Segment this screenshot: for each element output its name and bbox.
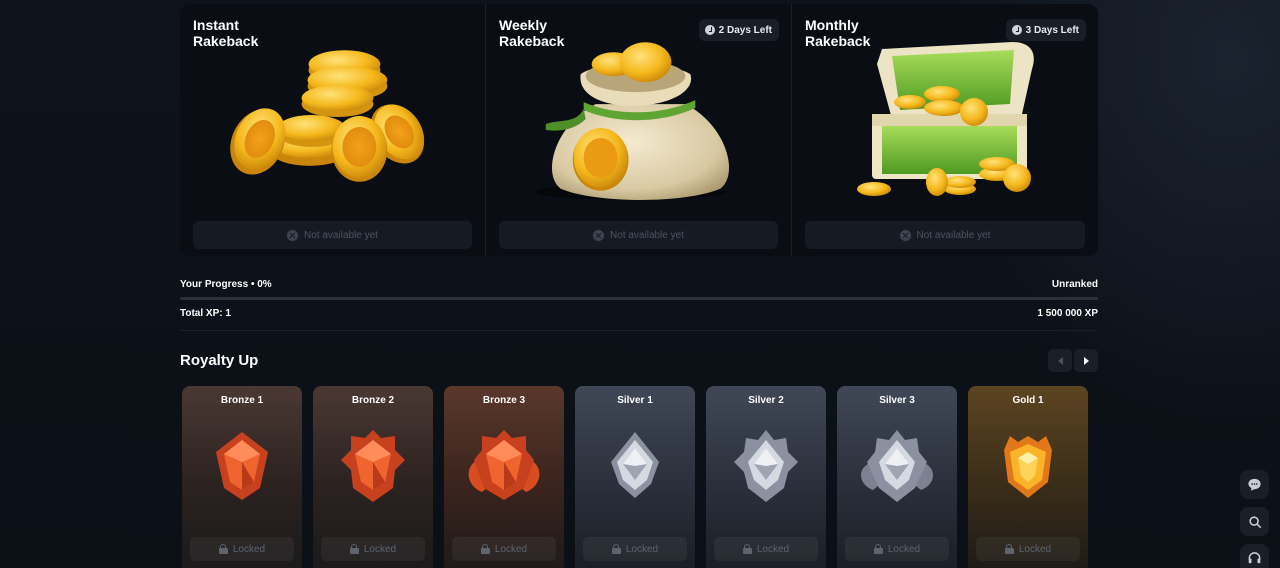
close-circle-icon [899,229,911,241]
treasure-chest-illustration [857,42,1034,196]
support-button[interactable] [1240,544,1269,568]
rank-card-gold-1[interactable]: Gold 1 Locked [968,386,1088,568]
lock-icon [611,544,621,554]
locked-label: Locked [625,543,659,555]
locked-status: Locked [583,537,687,561]
total-xp-label: Total XP: 1 [180,308,231,319]
rank-name: Bronze 2 [351,395,395,406]
silver-emblem-icon [861,430,933,502]
rakeback-card-monthly: Monthly Rakeback 3 Days Left Not availab… [792,4,1098,256]
rank-card-silver-2[interactable]: Silver 2 Locked [706,386,826,568]
progress-label: Your Progress • 0% [180,279,272,290]
chat-icon [1248,478,1261,491]
target-xp-label: 1 500 000 XP [1037,308,1098,319]
rank-card-silver-3[interactable]: Silver 3 Locked [837,386,957,568]
locked-label: Locked [756,543,790,555]
divider [180,330,1098,331]
rakeback-card-instant: Instant Rakeback Not available yet [180,4,486,256]
claim-instant-button[interactable]: Not available yet [193,221,472,249]
rakeback-card-weekly: Weekly Rakeback 2 Days Left Not availabl… [486,4,792,256]
section-title: Royalty Up [180,352,259,369]
coin-pile-illustration [230,50,425,182]
locked-label: Locked [363,543,397,555]
progress-bar [180,297,1098,300]
chat-button[interactable] [1240,470,1269,499]
search-button[interactable] [1240,507,1269,536]
bronze-emblem-icon [216,432,268,500]
rank-card-bronze-1[interactable]: Bronze 1 Locked [182,386,302,568]
claim-monthly-button[interactable]: Not available yet [805,221,1085,249]
lock-icon [349,544,359,554]
locked-label: Locked [1018,543,1052,555]
rank-name: Silver 2 [748,395,784,406]
headset-icon [1248,552,1261,564]
search-icon [1248,515,1261,528]
close-circle-icon [593,229,605,241]
coin-bag-illustration [535,42,730,201]
bronze-emblem-icon [468,430,540,500]
rank-carousel: Bronze 1 Locked Bronze 2 Locked Bronze 3… [182,386,1088,568]
current-rank-label: Unranked [1051,279,1098,290]
locked-status: Locked [976,537,1080,561]
progress-footer: Total XP: 1 1 500 000 XP [180,308,1098,320]
locked-status: Locked [190,537,294,561]
rakeback-row: Instant Rakeback Not available yet Weekl… [180,4,1098,256]
locked-status: Locked [845,537,949,561]
carousel-next-button[interactable] [1074,349,1098,372]
rank-card-bronze-3[interactable]: Bronze 3 Locked [444,386,564,568]
rank-card-silver-1[interactable]: Silver 1 Locked [575,386,695,568]
rank-card-bronze-2[interactable]: Bronze 2 Locked [313,386,433,568]
claim-weekly-button[interactable]: Not available yet [499,221,778,249]
carousel-prev-button[interactable] [1048,349,1072,372]
lock-icon [742,544,752,554]
chevron-left-icon [1057,356,1063,365]
rank-name: Silver 1 [617,395,653,406]
lock-icon [1004,544,1014,554]
carousel-nav [1048,349,1098,372]
bronze-emblem-icon [341,430,405,502]
progress-header: Your Progress • 0% Unranked [180,279,1098,291]
silver-emblem-icon [734,430,798,502]
locked-label: Locked [494,543,528,555]
locked-status: Locked [452,537,556,561]
rank-name: Gold 1 [1012,395,1044,406]
rank-name: Bronze 3 [482,395,526,406]
locked-status: Locked [321,537,425,561]
close-circle-icon [287,229,299,241]
lock-icon [480,544,490,554]
locked-status: Locked [714,537,818,561]
gold-emblem-icon [1004,436,1052,498]
claim-label: Not available yet [916,229,991,241]
silver-emblem-icon [611,432,659,498]
rank-name: Bronze 1 [220,395,264,406]
floating-actions [1240,470,1269,568]
claim-label: Not available yet [610,229,684,241]
locked-label: Locked [232,543,266,555]
locked-label: Locked [887,543,921,555]
chevron-right-icon [1083,356,1089,365]
rank-name: Silver 3 [879,395,915,406]
lock-icon [218,544,228,554]
lock-icon [873,544,883,554]
claim-label: Not available yet [304,229,378,241]
